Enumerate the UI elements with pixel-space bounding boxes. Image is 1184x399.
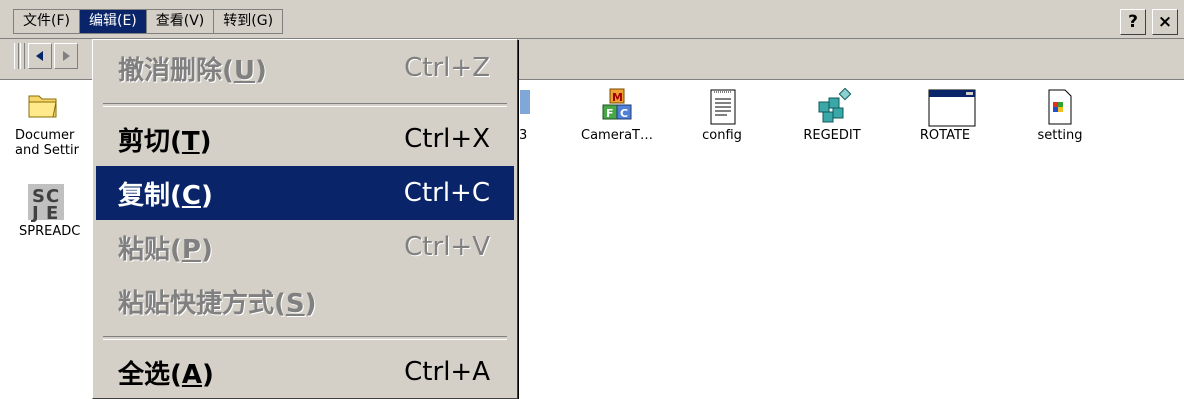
toolbar-grip-2[interactable] [20, 43, 25, 69]
svg-text:C: C [620, 107, 628, 120]
desktop-icon-label: Documer [15, 128, 75, 143]
desktop-icon-config[interactable]: config [667, 88, 777, 144]
menu-goto[interactable]: 转到(G) [214, 10, 282, 33]
menu-item-select-all[interactable]: 全选(A) Ctrl+A [96, 345, 514, 399]
menu-item-shortcut: Ctrl+A [404, 357, 490, 387]
menu-file[interactable]: 文件(F) [14, 10, 80, 33]
menu-item-label: 复制(C) [118, 180, 213, 211]
settings-file-icon [1048, 89, 1072, 125]
spreadsheet-app-icon: S C J E [28, 184, 64, 224]
desktop-icon-documents[interactable]: Documer and Settir [0, 88, 98, 159]
back-button[interactable] [28, 43, 52, 69]
menu-bar: 文件(F) 编辑(E) 查看(V) 转到(G) ? × [0, 0, 1184, 39]
menu-item-label: 撤消删除(U) [118, 55, 267, 86]
desktop-icon-spreadsheet[interactable]: S C J E SPREADC [0, 182, 98, 240]
desktop-icon-label: config [702, 128, 742, 143]
text-file-icon [710, 89, 736, 125]
window-app-icon [928, 89, 976, 127]
desktop-icon-label: CameraT… [581, 128, 653, 143]
menu-group: 文件(F) 编辑(E) 查看(V) 转到(G) [13, 9, 284, 34]
arrow-right-icon [63, 51, 70, 61]
menu-item-paste[interactable]: 粘贴(P) Ctrl+V [96, 220, 514, 274]
desktop-icon-rotate[interactable]: ROTATE [890, 88, 1000, 144]
menu-item-label: 全选(A) [118, 359, 214, 390]
desktop-icon-label: ROTATE [919, 128, 971, 143]
help-button[interactable]: ? [1120, 9, 1146, 35]
menu-item-label: 粘贴(P) [118, 234, 213, 265]
folder-icon [28, 95, 57, 118]
desktop-icon-regedit[interactable]: REGEDIT [777, 87, 887, 144]
svg-text:J: J [30, 203, 39, 222]
menu-item-undo-delete[interactable]: 撤消删除(U) Ctrl+Z [96, 41, 514, 95]
menu-separator [103, 336, 507, 340]
menu-item-paste-shortcut[interactable]: 粘贴快捷方式(S) [96, 274, 514, 328]
svg-text:M: M [612, 91, 623, 104]
toolbar-grip[interactable] [14, 43, 19, 69]
menu-edit[interactable]: 编辑(E) [79, 10, 147, 33]
svg-text:E: E [46, 203, 58, 222]
menu-item-label: 剪切(T) [118, 126, 212, 157]
close-button[interactable]: × [1152, 9, 1178, 35]
desktop-icon-label: SPREADC [19, 224, 81, 239]
menu-item-shortcut: Ctrl+V [404, 232, 490, 262]
menu-separator [103, 103, 507, 107]
desktop-icon-label: and Settir [15, 143, 79, 158]
desktop-icon-camera[interactable]: M F C CameraT… [562, 88, 672, 144]
desktop-icon-label: REGEDIT [803, 128, 861, 143]
menu-item-shortcut: Ctrl+X [404, 124, 490, 154]
menu-item-copy[interactable]: 复制(C) Ctrl+C [96, 166, 514, 220]
forward-button[interactable] [54, 43, 78, 69]
menu-view[interactable]: 查看(V) [147, 10, 215, 33]
camera-tool-icon: M F C [602, 88, 632, 120]
edit-dropdown-menu: 撤消删除(U) Ctrl+Z 剪切(T) Ctrl+X 复制(C) Ctrl+C… [92, 39, 518, 399]
desktop-icon-label: setting [1037, 128, 1083, 143]
desktop-icon-setting[interactable]: setting [1005, 88, 1115, 144]
menu-item-shortcut: Ctrl+Z [404, 53, 490, 83]
menu-item-label: 粘贴快捷方式(S) [118, 288, 317, 319]
arrow-left-icon [36, 51, 43, 61]
svg-text:F: F [606, 107, 614, 120]
registry-editor-icon [818, 87, 852, 123]
menu-item-shortcut: Ctrl+C [403, 178, 490, 208]
menu-item-cut[interactable]: 剪切(T) Ctrl+X [96, 112, 514, 166]
